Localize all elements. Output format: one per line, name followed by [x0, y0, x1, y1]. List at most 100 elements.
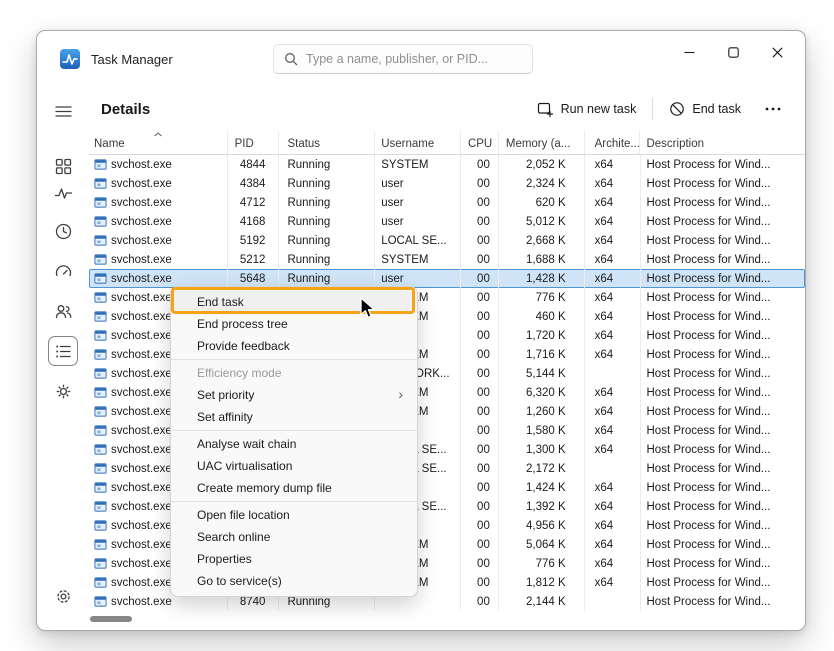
cell-name: svchost.exe	[89, 212, 228, 231]
table-row[interactable]: svchost.exe 5192 Running LOCAL SE... 00 …	[89, 231, 805, 250]
cell-architecture: x64	[585, 554, 641, 573]
cell-cpu: 00	[461, 155, 499, 174]
column-header-memory[interactable]: Memory (a...	[499, 131, 585, 154]
table-row[interactable]: svchost.exe 4168 Running user 00 5,012 K…	[89, 212, 805, 231]
context-menu-item[interactable]: Properties	[171, 548, 417, 570]
context-menu-item-label: Set affinity	[197, 410, 253, 424]
close-button[interactable]	[755, 35, 799, 69]
cell-architecture: x64	[585, 402, 641, 421]
context-menu-item[interactable]: UAC virtualisation	[171, 455, 417, 477]
cell-description: Host Process for Wind...	[641, 345, 806, 364]
cell-cpu: 00	[461, 193, 499, 212]
context-menu-item[interactable]: Analyse wait chain	[171, 433, 417, 455]
context-menu-item[interactable]: Set priority ›	[171, 384, 417, 406]
context-menu-item[interactable]: Go to service(s)	[171, 570, 417, 592]
cell-architecture	[585, 592, 641, 611]
context-menu-item[interactable]: End process tree	[171, 313, 417, 335]
cell-memory: 1,580 K	[499, 421, 585, 440]
table-row[interactable]: svchost.exe 4384 Running user 00 2,324 K…	[89, 174, 805, 193]
column-header-cpu[interactable]: CPU	[461, 131, 499, 154]
cell-memory: 2,172 K	[499, 459, 585, 478]
minimize-button[interactable]	[667, 35, 711, 69]
command-bar: Details Run new task End task	[89, 87, 805, 131]
sidebar-item-services[interactable]	[49, 377, 77, 405]
cell-architecture: x64	[585, 193, 641, 212]
cell-name: svchost.exe	[89, 231, 228, 250]
window-controls	[667, 35, 799, 69]
cell-username: user	[375, 174, 461, 193]
cell-description: Host Process for Wind...	[641, 212, 806, 231]
sidebar-item-processes[interactable]	[49, 152, 77, 180]
application-window-icon	[94, 538, 107, 551]
search-field[interactable]	[306, 52, 522, 66]
cell-status: Running	[279, 231, 375, 250]
cell-architecture: x64	[585, 383, 641, 402]
cell-memory: 776 K	[499, 554, 585, 573]
cell-architecture: x64	[585, 174, 641, 193]
ellipsis-icon	[765, 107, 781, 111]
cell-cpu: 00	[461, 573, 499, 592]
horizontal-scrollbar-thumb[interactable]	[90, 616, 132, 622]
end-task-button[interactable]: End task	[661, 95, 749, 123]
context-menu-item-label: Set priority	[197, 388, 254, 402]
maximize-button[interactable]	[711, 35, 755, 69]
cell-memory: 5,012 K	[499, 212, 585, 231]
navigation-menu-button[interactable]	[49, 97, 77, 125]
application-window-icon	[94, 519, 107, 532]
cell-architecture: x64	[585, 250, 641, 269]
cell-status: Running	[279, 250, 375, 269]
new-task-icon	[537, 101, 554, 118]
context-menu-item[interactable]: Set affinity	[171, 406, 417, 428]
cell-cpu: 00	[461, 535, 499, 554]
table-row[interactable]: svchost.exe 5212 Running SYSTEM 00 1,688…	[89, 250, 805, 269]
cell-description: Host Process for Wind...	[641, 535, 806, 554]
run-new-task-button[interactable]: Run new task	[529, 95, 645, 124]
cell-description: Host Process for Wind...	[641, 231, 806, 250]
application-window-icon	[94, 158, 107, 171]
settings-button[interactable]	[49, 582, 77, 610]
sidebar-item-details[interactable]	[49, 337, 77, 365]
context-menu-item[interactable]: Efficiency mode	[171, 362, 417, 384]
context-menu-item-label: Provide feedback	[197, 339, 290, 353]
context-menu-item-label: Search online	[197, 530, 270, 544]
context-menu-item[interactable]: Search online	[171, 526, 417, 548]
screen: Task Manager	[0, 0, 834, 651]
column-header-description[interactable]: Description	[640, 131, 805, 154]
cell-memory: 5,064 K	[499, 535, 585, 554]
cell-description: Host Process for Wind...	[641, 516, 806, 535]
sidebar-item-startup-apps[interactable]	[49, 257, 77, 285]
startup-apps-icon	[54, 262, 73, 281]
cell-memory: 776 K	[499, 288, 585, 307]
context-menu-item[interactable]: End task	[171, 291, 417, 313]
sidebar-item-users[interactable]	[49, 297, 77, 325]
column-header-status[interactable]: Status	[279, 131, 375, 154]
context-menu-item[interactable]: Provide feedback	[171, 335, 417, 357]
cell-memory: 1,428 K	[499, 269, 585, 288]
application-window-icon	[94, 424, 107, 437]
table-row[interactable]: svchost.exe 4712 Running user 00 620 K x…	[89, 193, 805, 212]
context-menu-item[interactable]: Open file location	[171, 504, 417, 526]
cell-memory: 1,260 K	[499, 402, 585, 421]
context-menu-separator	[171, 501, 417, 502]
column-header-name[interactable]: Name	[89, 131, 228, 154]
sidebar-item-performance[interactable]	[49, 179, 77, 207]
table-row[interactable]: svchost.exe 4844 Running SYSTEM 00 2,052…	[89, 155, 805, 174]
application-window-icon	[94, 215, 107, 228]
cell-description: Host Process for Wind...	[641, 250, 806, 269]
application-window-icon	[94, 405, 107, 418]
more-options-button[interactable]	[757, 101, 789, 117]
cell-pid: 5212	[228, 250, 280, 269]
context-menu-item-label: Go to service(s)	[197, 574, 282, 588]
column-header-pid[interactable]: PID	[228, 131, 280, 154]
cell-architecture: x64	[585, 155, 641, 174]
column-header-username[interactable]: Username	[375, 131, 461, 154]
application-window-icon	[94, 253, 107, 266]
task-manager-window: Task Manager	[36, 30, 806, 631]
cell-cpu: 00	[461, 307, 499, 326]
context-menu-item[interactable]: Create memory dump file	[171, 477, 417, 499]
cell-architecture: x64	[585, 497, 641, 516]
search-input[interactable]	[273, 44, 533, 74]
column-header-architecture[interactable]: Archite...	[585, 131, 641, 154]
cell-description: Host Process for Wind...	[641, 554, 806, 573]
sidebar-item-app-history[interactable]	[49, 217, 77, 245]
